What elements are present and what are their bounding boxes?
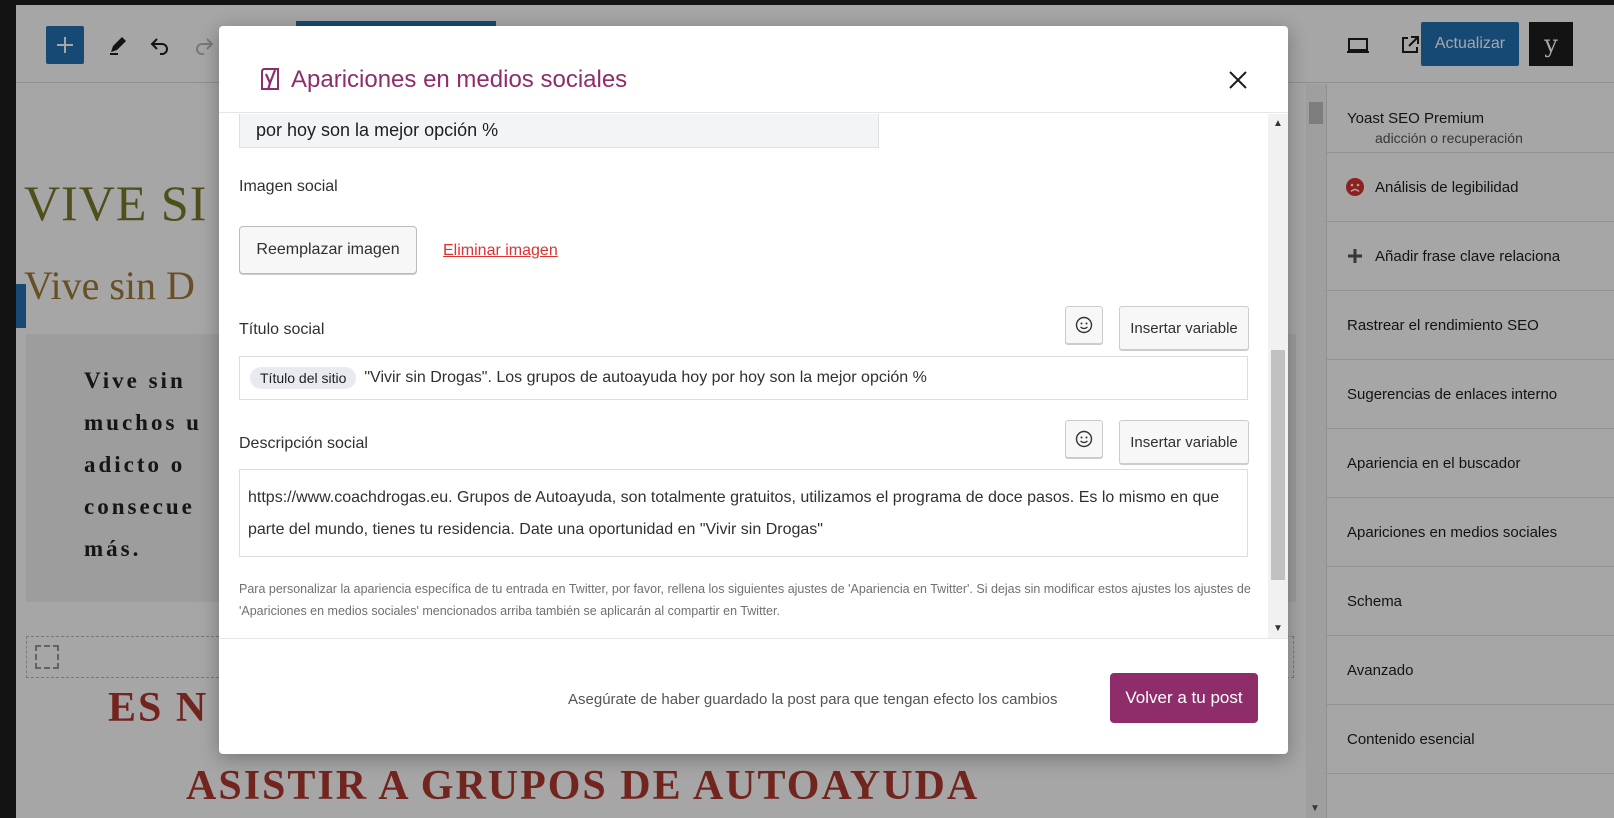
smiley-icon bbox=[1075, 430, 1093, 448]
social-title-emoji-button[interactable] bbox=[1065, 306, 1103, 344]
replace-image-button[interactable]: Reemplazar imagen bbox=[239, 226, 417, 274]
social-description-emoji-button[interactable] bbox=[1065, 420, 1103, 458]
social-appearance-modal: Apariciones en medios sociales por hoy s… bbox=[219, 26, 1288, 754]
scroll-up-icon[interactable]: ▲ bbox=[1273, 118, 1283, 129]
social-description-label: Descripción social bbox=[239, 435, 368, 452]
modal-title: Apariciones en medios sociales bbox=[257, 66, 627, 94]
social-title-label: Título social bbox=[239, 321, 325, 338]
social-description-input[interactable]: https://www.coachdrogas.eu. Grupos de Au… bbox=[239, 469, 1248, 557]
social-image-label: Imagen social bbox=[239, 178, 338, 195]
social-title-text: "Vivir sin Drogas". Los grupos de autoay… bbox=[364, 369, 927, 386]
social-title-input[interactable]: Título del sitio "Vivir sin Drogas". Los… bbox=[239, 356, 1248, 400]
remove-image-link[interactable]: Eliminar imagen bbox=[443, 242, 558, 260]
smiley-icon bbox=[1075, 316, 1093, 334]
modal-header: Apariciones en medios sociales bbox=[219, 26, 1288, 113]
scroll-down-icon[interactable]: ▼ bbox=[1273, 623, 1283, 634]
modal-title-text: Apariciones en medios sociales bbox=[291, 66, 628, 93]
social-description-insert-variable-button[interactable]: Insertar variable bbox=[1119, 420, 1249, 464]
close-button[interactable] bbox=[1224, 66, 1252, 94]
modal-scrollbar-thumb[interactable] bbox=[1271, 350, 1285, 580]
back-to-post-button[interactable]: Volver a tu post bbox=[1110, 673, 1258, 723]
yoast-logo-icon bbox=[257, 66, 283, 94]
save-reminder-note: Asegúrate de haber guardado la post para… bbox=[568, 691, 1058, 708]
modal-body: por hoy son la mejor opción % Imagen soc… bbox=[219, 114, 1268, 638]
facebook-title-preview: por hoy son la mejor opción % bbox=[239, 114, 879, 148]
twitter-help-text: Para personalizar la apariencia específi… bbox=[239, 582, 1251, 618]
modal-scrollbar[interactable]: ▲ ▼ bbox=[1268, 114, 1288, 638]
site-title-variable-pill[interactable]: Título del sitio bbox=[250, 367, 357, 389]
close-icon bbox=[1229, 71, 1247, 89]
social-title-insert-variable-button[interactable]: Insertar variable bbox=[1119, 306, 1249, 350]
modal-footer: Asegúrate de haber guardado la post para… bbox=[219, 638, 1288, 754]
